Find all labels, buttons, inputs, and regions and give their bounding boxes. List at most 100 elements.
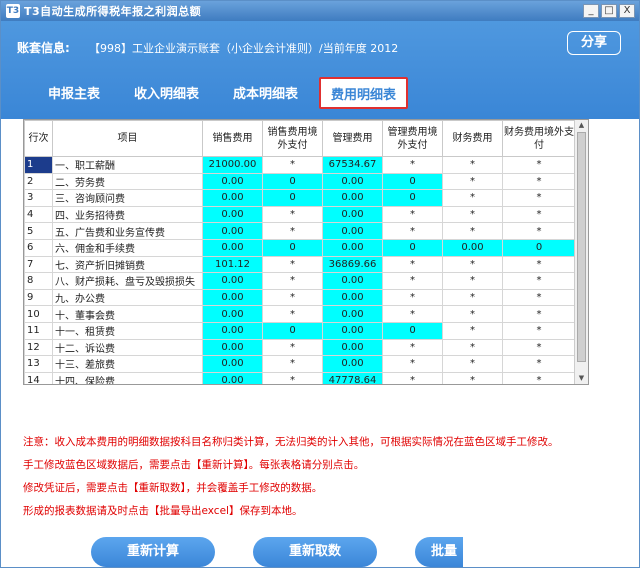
- minimize-button[interactable]: _: [583, 4, 599, 18]
- editable-value-cell[interactable]: 0.00: [202, 371, 263, 384]
- scroll-down-icon[interactable]: ▼: [577, 374, 586, 383]
- value-cell: *: [442, 288, 503, 307]
- table-row[interactable]: 6 六、佣金和手续费 0.00 0 0.00 0 0.00 0: [24, 238, 576, 257]
- editable-value-cell[interactable]: 0.00: [322, 205, 383, 224]
- value-cell: *: [502, 222, 576, 240]
- note-line: 修改凭证后，需要点击【重新取数】，并会覆盖手工修改的数据。: [23, 482, 323, 494]
- editable-value-cell[interactable]: 0.00: [322, 355, 383, 373]
- value-cell: *: [502, 355, 576, 373]
- value-cell: *: [502, 255, 576, 274]
- editable-value-cell[interactable]: 0.00: [322, 172, 383, 191]
- content-area: 行次 项目 销售费用 销售费用境外支付 管理费用 管理费用境外支付 财务费用 财…: [1, 119, 639, 567]
- value-cell: *: [502, 305, 576, 323]
- editable-value-cell[interactable]: 0.00: [202, 305, 263, 323]
- editable-value-cell[interactable]: 101.12: [202, 255, 263, 274]
- item-name-cell: 二、劳务费: [52, 172, 203, 191]
- app-icon: T3: [6, 4, 20, 18]
- tab-expense-detail[interactable]: 费用明细表: [319, 77, 409, 109]
- editable-value-cell[interactable]: 0: [262, 189, 323, 207]
- editable-value-cell[interactable]: 0.00: [322, 305, 383, 323]
- tab-income-detail[interactable]: 收入明细表: [117, 77, 216, 109]
- editable-value-cell[interactable]: 0: [262, 321, 323, 340]
- editable-value-cell[interactable]: 0.00: [202, 205, 263, 224]
- editable-value-cell[interactable]: 0.00: [322, 321, 383, 340]
- scroll-up-icon[interactable]: ▲: [577, 121, 586, 130]
- editable-value-cell[interactable]: 0.00: [322, 222, 383, 240]
- col-header-item: 项目: [52, 120, 203, 157]
- refetch-data-button[interactable]: 重新取数: [253, 537, 377, 567]
- recalculate-button[interactable]: 重新计算: [91, 537, 215, 567]
- editable-value-cell[interactable]: 0: [382, 238, 443, 257]
- value-cell: *: [442, 189, 503, 207]
- value-cell: *: [262, 371, 323, 384]
- tab-bar: 申报主表 收入明细表 成本明细表 费用明细表: [31, 77, 409, 109]
- row-number-cell: 13: [24, 355, 53, 373]
- col-header-finance-overseas: 财务费用境外支付: [502, 120, 576, 157]
- editable-value-cell[interactable]: 0: [382, 321, 443, 340]
- editable-value-cell[interactable]: 0.00: [202, 172, 263, 191]
- editable-value-cell[interactable]: 0.00: [322, 189, 383, 207]
- value-cell: *: [382, 355, 443, 373]
- table-row[interactable]: 7 七、资产折旧摊销费 101.12 * 36869.66 * * *: [24, 255, 576, 274]
- table-row[interactable]: 11 十一、租赁费 0.00 0 0.00 0 * *: [24, 321, 576, 340]
- tab-cost-detail[interactable]: 成本明细表: [216, 77, 315, 109]
- table-row[interactable]: 12 十二、诉讼费 0.00 * 0.00 * * *: [24, 338, 576, 357]
- scroll-thumb[interactable]: [577, 132, 586, 362]
- editable-value-cell[interactable]: 21000.00: [202, 156, 263, 174]
- editable-value-cell[interactable]: 0.00: [202, 355, 263, 373]
- table-row[interactable]: 13 十三、差旅费 0.00 * 0.00 * * *: [24, 355, 576, 373]
- editable-value-cell[interactable]: 0.00: [322, 272, 383, 290]
- editable-value-cell[interactable]: 0: [502, 238, 576, 257]
- table-row[interactable]: 9 九、办公费 0.00 * 0.00 * * *: [24, 288, 576, 307]
- table-row[interactable]: 4 四、业务招待费 0.00 * 0.00 * * *: [24, 205, 576, 224]
- value-cell: *: [502, 371, 576, 384]
- maximize-button[interactable]: □: [601, 4, 617, 18]
- value-cell: *: [502, 288, 576, 307]
- account-info: 【998】工业企业演示账套（小企业会计准则）/当前年度 2012: [89, 42, 399, 55]
- editable-value-cell[interactable]: 0: [382, 172, 443, 191]
- editable-value-cell[interactable]: 0: [382, 189, 443, 207]
- editable-value-cell[interactable]: 0.00: [322, 338, 383, 357]
- value-cell: *: [262, 255, 323, 274]
- table-row[interactable]: 2 二、劳务费 0.00 0 0.00 0 * *: [24, 172, 576, 191]
- close-button[interactable]: X: [619, 4, 635, 18]
- table-row[interactable]: 5 五、广告费和业务宣传费 0.00 * 0.00 * * *: [24, 222, 576, 240]
- value-cell: *: [502, 189, 576, 207]
- row-number-cell: 2: [24, 172, 53, 191]
- editable-value-cell[interactable]: 0.00: [442, 238, 503, 257]
- value-cell: *: [442, 371, 503, 384]
- editable-value-cell[interactable]: 0.00: [202, 222, 263, 240]
- table-row[interactable]: 3 三、咨询顾问费 0.00 0 0.00 0 * *: [24, 189, 576, 207]
- editable-value-cell[interactable]: 0.00: [202, 338, 263, 357]
- editable-value-cell[interactable]: 0.00: [202, 321, 263, 340]
- value-cell: *: [442, 255, 503, 274]
- editable-value-cell[interactable]: 0: [262, 238, 323, 257]
- tab-main-report[interactable]: 申报主表: [31, 77, 117, 109]
- editable-value-cell[interactable]: 0.00: [202, 272, 263, 290]
- value-cell: *: [442, 272, 503, 290]
- share-button[interactable]: 分享: [567, 31, 621, 55]
- editable-value-cell[interactable]: 0: [262, 172, 323, 191]
- window-controls: _ □ X: [583, 4, 635, 18]
- editable-value-cell[interactable]: 0.00: [322, 238, 383, 257]
- note-line: 注意：收入成本费用的明细数据按科目名称归类计算，无法归类的计入其他，可根据实际情…: [23, 436, 559, 448]
- editable-value-cell[interactable]: 0.00: [322, 288, 383, 307]
- editable-value-cell[interactable]: 47778.64: [322, 371, 383, 384]
- item-name-cell: 十一、租赁费: [52, 321, 203, 340]
- table-row[interactable]: 14 十四、保险费 0.00 * 47778.64 * * *: [24, 371, 576, 384]
- col-header-sales-expense: 销售费用: [202, 120, 263, 157]
- editable-value-cell[interactable]: 0.00: [202, 238, 263, 257]
- table-row[interactable]: 1 一、职工薪酬 21000.00 * 67534.67 * * *: [24, 156, 576, 174]
- editable-value-cell[interactable]: 36869.66: [322, 255, 383, 274]
- value-cell: *: [382, 156, 443, 174]
- batch-export-button[interactable]: 批量: [415, 537, 463, 567]
- table-row[interactable]: 10 十、董事会费 0.00 * 0.00 * * *: [24, 305, 576, 323]
- table-body: 1 一、职工薪酬 21000.00 * 67534.67 * * * 2 二、劳务费 0.00 0 0.…: [24, 156, 576, 384]
- editable-value-cell[interactable]: 0.00: [202, 189, 263, 207]
- window-title: T3自动生成所得税年报之利润总额: [24, 5, 202, 18]
- expense-grid: 行次 项目 销售费用 销售费用境外支付 管理费用 管理费用境外支付 财务费用 财…: [23, 119, 589, 385]
- table-row[interactable]: 8 八、财产损耗、盘亏及毁损损失 0.00 * 0.00 * * *: [24, 272, 576, 290]
- editable-value-cell[interactable]: 67534.67: [322, 156, 383, 174]
- editable-value-cell[interactable]: 0.00: [202, 288, 263, 307]
- vertical-scrollbar[interactable]: ▲ ▼: [574, 120, 588, 384]
